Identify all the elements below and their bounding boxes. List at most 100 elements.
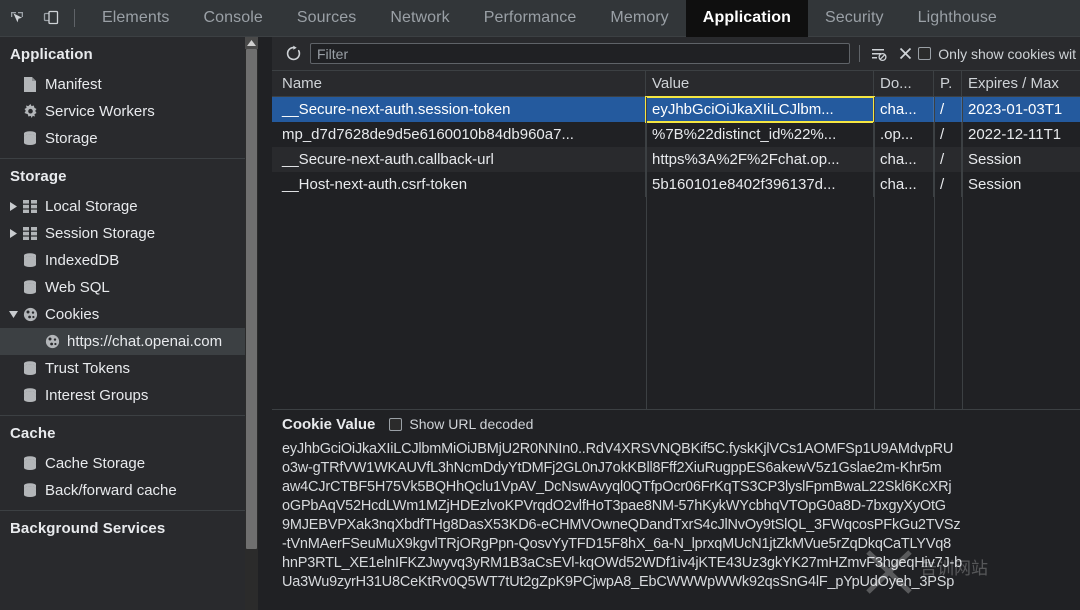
show-url-decoded-checkbox[interactable] bbox=[389, 417, 403, 431]
clear-filtered-cookies-icon[interactable] bbox=[866, 41, 892, 67]
cell-expires[interactable]: 2022-12-11T1 bbox=[962, 122, 1080, 147]
close-x-icon[interactable] bbox=[892, 41, 918, 67]
tab-network[interactable]: Network bbox=[373, 0, 466, 37]
sidebar-item-label: Session Storage bbox=[45, 225, 156, 242]
inspect-cursor-icon[interactable] bbox=[0, 0, 34, 36]
cell-expires[interactable]: Session bbox=[962, 172, 1080, 197]
column-header-expires[interactable]: Expires / Max bbox=[962, 71, 1080, 96]
cell-domain[interactable]: cha... bbox=[874, 97, 934, 122]
cell-path[interactable]: / bbox=[934, 122, 962, 147]
tab-security[interactable]: Security bbox=[808, 0, 901, 37]
sidebar-item-cache-storage[interactable]: Cache Storage bbox=[0, 450, 258, 477]
sidebar-section-title: Background Services bbox=[10, 520, 166, 537]
column-divider-4[interactable] bbox=[962, 97, 963, 446]
cookie-value-line: Ua3Wu9zyrH31U8CeKtRv0Q5WT7tUt2gZpK9PCjwp… bbox=[282, 574, 955, 590]
sidebar-item-indexeddb[interactable]: IndexedDB bbox=[0, 247, 258, 274]
sidebar-item-trust-tokens[interactable]: Trust Tokens bbox=[0, 355, 258, 382]
chevron-right-icon[interactable] bbox=[8, 202, 19, 211]
cookie-value-title: Cookie Value bbox=[282, 415, 376, 433]
sidebar-item-interest-groups[interactable]: Interest Groups bbox=[0, 382, 258, 409]
sidebar-scroll-thumb[interactable] bbox=[246, 49, 257, 549]
sidebar-item-service-workers[interactable]: Service Workers bbox=[0, 98, 258, 125]
cell-path[interactable]: / bbox=[934, 97, 962, 122]
cell-path[interactable]: / bbox=[934, 172, 962, 197]
chevron-down-icon[interactable] bbox=[8, 311, 19, 318]
database-icon bbox=[22, 280, 38, 296]
sidebar-section-title: Application bbox=[10, 46, 93, 63]
database-icon bbox=[22, 388, 38, 404]
show-url-decoded-label: Show URL decoded bbox=[409, 416, 534, 432]
sidebar-item-label: Manifest bbox=[45, 76, 102, 93]
cell-name[interactable]: __Secure-next-auth.session-token bbox=[272, 97, 646, 122]
tab-lighthouse[interactable]: Lighthouse bbox=[901, 0, 1014, 37]
devtools-window: Elements Console Sources Network Performance… bbox=[0, 0, 1080, 610]
cookies-table: Name Value Do... P. Expires / Max __Secu… bbox=[272, 71, 1080, 446]
cell-expires[interactable]: 2023-01-03T1 bbox=[962, 97, 1080, 122]
cell-value[interactable]: %7B%22distinct_id%22%... bbox=[646, 122, 874, 147]
column-divider-3[interactable] bbox=[934, 97, 935, 446]
table-row[interactable]: __Secure-next-auth.session-token eyJhbGci… bbox=[272, 96, 1080, 123]
column-header-name[interactable]: Name bbox=[272, 71, 646, 96]
sidebar-item-https-chat-openai-com[interactable]: https://chat.openai.com bbox=[0, 328, 258, 355]
sidebar-item-local-storage[interactable]: Local Storage bbox=[0, 193, 258, 220]
sidebar-item-session-storage[interactable]: Session Storage bbox=[0, 220, 258, 247]
cell-expires[interactable]: Session bbox=[962, 147, 1080, 172]
column-divider-2[interactable] bbox=[874, 97, 875, 446]
only-show-cookies-label: Only show cookies wit bbox=[938, 45, 1076, 62]
sidebar-item-cookies[interactable]: Cookies bbox=[0, 301, 258, 328]
devtools-tabbar: Elements Console Sources Network Performance… bbox=[0, 0, 1080, 37]
sidebar-item-label: Interest Groups bbox=[45, 387, 149, 404]
tab-elements[interactable]: Elements bbox=[85, 0, 187, 37]
sidebar-item-label: Back/forward cache bbox=[45, 482, 177, 499]
column-header-path[interactable]: P. bbox=[934, 71, 962, 96]
cell-value[interactable]: https%3A%2F%2Fchat.op... bbox=[646, 147, 874, 172]
column-header-domain[interactable]: Do... bbox=[874, 71, 934, 96]
tab-performance[interactable]: Performance bbox=[467, 0, 594, 37]
cookie-value-line: eyJhbGciOiJkaXIiLCJlbmMiOiJBMjU2R0NNIn0.… bbox=[282, 441, 954, 457]
cell-name[interactable]: mp_d7d7628de9d5e6160010b84db960a7... bbox=[272, 122, 646, 147]
cell-name[interactable]: __Host-next-auth.csrf-token bbox=[272, 172, 646, 197]
cookie-value-line: 9MJEBVPXak3nqXbdfTHg8DasX53KD6-eCHMVOwne… bbox=[282, 517, 961, 533]
database-icon bbox=[22, 253, 38, 269]
tab-memory[interactable]: Memory bbox=[593, 0, 685, 37]
sidebar-scrollbar[interactable] bbox=[245, 37, 258, 610]
chevron-right-icon[interactable] bbox=[8, 229, 19, 238]
cell-domain[interactable]: cha... bbox=[874, 172, 934, 197]
cookies-filter-toolbar: Only show cookies wit bbox=[272, 37, 1080, 71]
cookie-icon bbox=[44, 334, 60, 350]
tab-application[interactable]: Application bbox=[685, 0, 809, 37]
sidebar-item-web-sql[interactable]: Web SQL bbox=[0, 274, 258, 301]
cookies-panel: Only show cookies wit Name Value Do... P… bbox=[272, 37, 1080, 610]
document-icon bbox=[22, 77, 38, 93]
cookie-icon bbox=[22, 307, 38, 323]
table-row[interactable]: __Secure-next-auth.callback-url https%3A%… bbox=[272, 147, 1080, 172]
table-icon bbox=[22, 199, 38, 215]
cell-value[interactable]: eyJhbGciOiJkaXIiLCJlbm... bbox=[645, 96, 875, 123]
sidebar-item-label: Local Storage bbox=[45, 198, 138, 215]
filter-input[interactable] bbox=[310, 43, 851, 64]
column-divider-1[interactable] bbox=[646, 97, 647, 446]
refresh-icon[interactable] bbox=[280, 41, 306, 67]
tab-sources[interactable]: Sources bbox=[280, 0, 373, 37]
cell-path[interactable]: / bbox=[934, 147, 962, 172]
column-header-value[interactable]: Value bbox=[646, 71, 874, 96]
scroll-up-arrow[interactable] bbox=[245, 37, 258, 49]
sidebar-item-back-forward-cache[interactable]: Back/forward cache bbox=[0, 477, 258, 504]
device-toolbar-icon[interactable] bbox=[34, 0, 68, 36]
cell-name[interactable]: __Secure-next-auth.callback-url bbox=[272, 147, 646, 172]
only-show-cookies-checkbox[interactable] bbox=[918, 47, 932, 60]
database-icon bbox=[22, 361, 38, 377]
cell-domain[interactable]: cha... bbox=[874, 147, 934, 172]
sidebar-item-label: IndexedDB bbox=[45, 252, 120, 269]
cookie-value-header: Cookie Value Show URL decoded bbox=[272, 410, 1080, 438]
sidebar-item-manifest[interactable]: Manifest bbox=[0, 71, 258, 98]
table-row[interactable]: __Host-next-auth.csrf-token 5b160101e8402… bbox=[272, 172, 1080, 197]
cell-value[interactable]: 5b160101e8402f396137d... bbox=[646, 172, 874, 197]
cell-domain[interactable]: .op... bbox=[874, 122, 934, 147]
tab-console[interactable]: Console bbox=[187, 0, 280, 37]
toolbar-divider bbox=[74, 9, 75, 27]
table-row[interactable]: mp_d7d7628de9d5e6160010b84db960a7... %7B%… bbox=[272, 122, 1080, 147]
sidebar-item-label: Service Workers bbox=[45, 103, 155, 120]
sidebar-item-storage[interactable]: Storage bbox=[0, 125, 258, 152]
table-header-row: Name Value Do... P. Expires / Max bbox=[272, 71, 1080, 97]
